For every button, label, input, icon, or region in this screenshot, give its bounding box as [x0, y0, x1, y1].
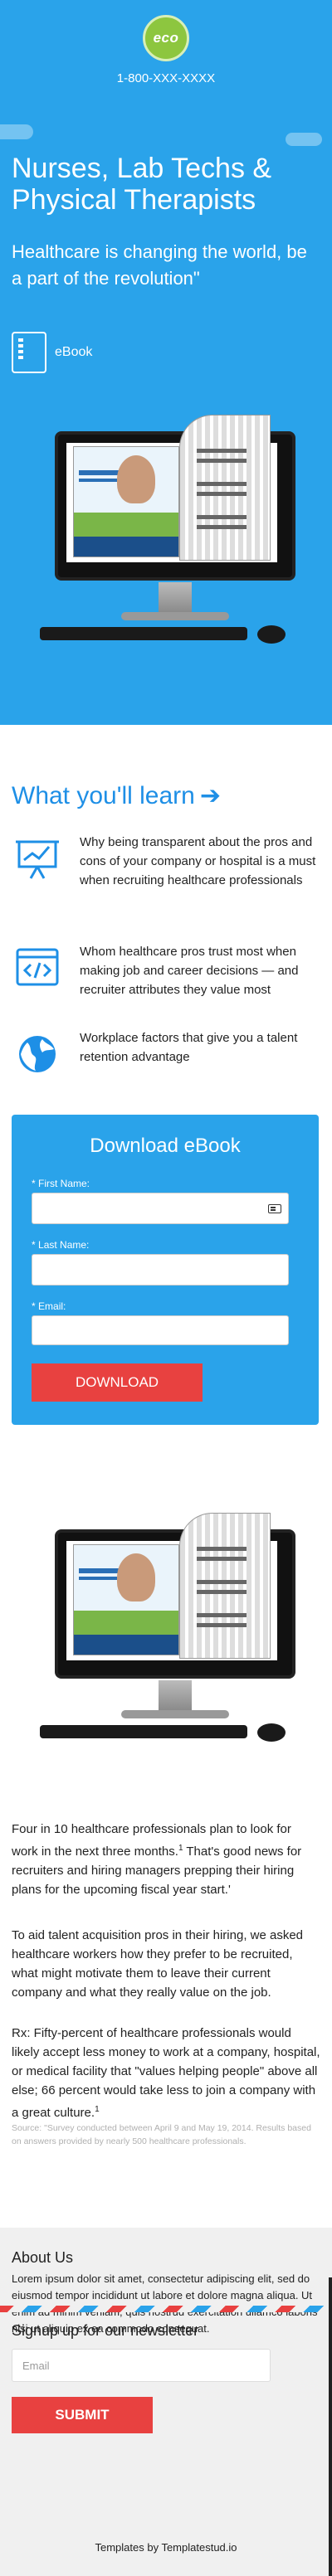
cloud-decoration: [0, 124, 33, 139]
required-mark: *: [32, 1300, 36, 1312]
ebook-cover-image: [73, 1544, 179, 1655]
first-name-field[interactable]: [32, 1193, 289, 1224]
globe-icon: [12, 1028, 63, 1080]
scrollbar[interactable]: [329, 2277, 332, 2576]
phone-number[interactable]: 1-800-XXX-XXXX: [0, 71, 332, 85]
learn-item: Whom healthcare pros trust most when mak…: [12, 942, 319, 999]
monitor-stand: [159, 582, 192, 614]
monitor-base: [121, 612, 229, 620]
submit-button[interactable]: SUBMIT: [12, 2397, 153, 2433]
first-name-label: * First Name:: [32, 1178, 90, 1189]
ebook-monitor-illustration: [40, 415, 295, 647]
keyboard-image: [40, 627, 247, 640]
learn-section-title: What you'll learn ➔: [12, 781, 221, 810]
email-label-text: Email:: [38, 1300, 66, 1312]
arrow-right-icon: ➔: [199, 782, 221, 809]
ebook-pages-image: [179, 1513, 271, 1659]
last-name-label: * Last Name:: [32, 1239, 89, 1251]
template-credits[interactable]: Templates by Templatestud.io: [0, 2541, 332, 2554]
about-title: About Us: [12, 2249, 74, 2266]
email-field[interactable]: [32, 1315, 289, 1345]
article-paragraph: Four in 10 healthcare professionals plan…: [12, 1820, 320, 1899]
learn-item: Workplace factors that give you a talent…: [12, 1028, 319, 1080]
learn-item: Why being transparent about the pros and…: [12, 833, 319, 890]
hero-section: eco 1-800-XXX-XXXX Nurses, Lab Techs & P…: [0, 0, 332, 725]
download-form: Download eBook * First Name: * Last Name…: [12, 1115, 319, 1425]
source-note: Source: "Survey conducted between April …: [12, 2123, 311, 2146]
code-window-icon: [12, 942, 63, 994]
ebook-label: eBook: [55, 345, 93, 359]
learn-item-text: Workplace factors that give you a talent…: [80, 1031, 298, 1064]
ebook-tag: eBook: [12, 332, 92, 373]
ebook-cover-image: [73, 446, 179, 557]
ebook-file-icon: [12, 332, 46, 373]
autofill-card-icon[interactable]: [268, 1204, 281, 1213]
required-mark: *: [32, 1178, 36, 1189]
hero-subtitle: Healthcare is changing the world, be a p…: [12, 241, 307, 289]
newsletter-email-input[interactable]: Email: [12, 2349, 271, 2382]
form-title: Download eBook: [90, 1135, 241, 1157]
mouse-image: [257, 625, 286, 644]
email-placeholder: Email: [22, 2359, 50, 2372]
article-paragraph: To aid talent acquisition pros in their …: [12, 1928, 304, 2000]
required-mark: *: [32, 1239, 36, 1251]
last-name-field[interactable]: [32, 1254, 289, 1286]
article-text: Rx: Fifty-percent of healthcare professi…: [12, 2026, 320, 2120]
ebook-monitor-illustration: [40, 1513, 295, 1745]
last-name-label-text: Last Name:: [38, 1239, 90, 1251]
eco-logo[interactable]: eco: [143, 15, 189, 61]
learn-item-text: Why being transparent about the pros and…: [80, 835, 316, 887]
footnote-mark: 1: [95, 2105, 100, 2114]
newsletter-title: Signup up for our newsletter: [12, 2322, 199, 2339]
cloud-decoration: [286, 133, 322, 146]
learn-title-text: What you'll learn: [12, 782, 195, 809]
monitor-stand: [159, 1680, 192, 1712]
keyboard-image: [40, 1725, 247, 1738]
hero-title: Nurses, Lab Techs & Physical Therapists: [12, 153, 272, 216]
monitor-base: [121, 1710, 229, 1718]
first-name-label-text: First Name:: [38, 1178, 90, 1189]
logo-text: eco: [153, 30, 179, 46]
ebook-pages-image: [179, 415, 271, 561]
striped-divider: [0, 2306, 332, 2312]
learn-item-text: Whom healthcare pros trust most when mak…: [80, 945, 299, 997]
download-button[interactable]: DOWNLOAD: [32, 1363, 203, 1402]
email-label: * Email:: [32, 1300, 66, 1312]
presentation-board-icon: [12, 833, 63, 884]
article-paragraph: Rx: Fifty-percent of healthcare professi…: [12, 2024, 320, 2122]
mouse-image: [257, 1723, 286, 1742]
